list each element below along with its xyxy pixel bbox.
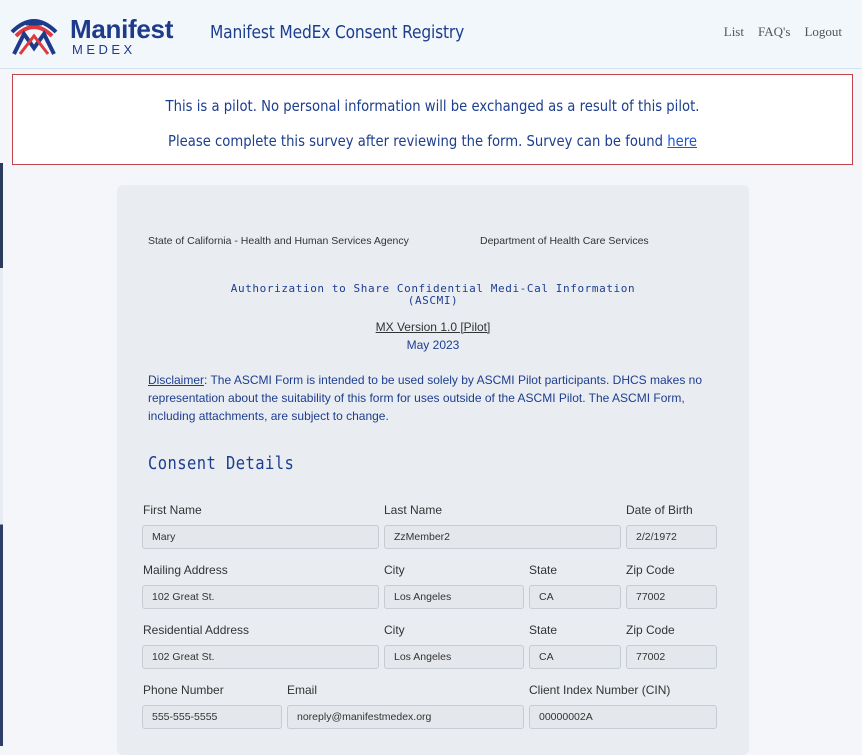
mailing-city-field[interactable]: Los Angeles bbox=[384, 585, 524, 609]
pilot-notice-line1: This is a pilot. No personal information… bbox=[165, 97, 700, 115]
dob-label: Date of Birth bbox=[626, 503, 693, 517]
cin-label: Client Index Number (CIN) bbox=[529, 683, 671, 697]
survey-link[interactable]: here bbox=[667, 132, 697, 150]
cin-field[interactable]: 00000002A bbox=[529, 705, 717, 729]
last-name-label: Last Name bbox=[384, 503, 443, 517]
mailing-address-label: Mailing Address bbox=[143, 563, 228, 577]
residential-city-field[interactable]: Los Angeles bbox=[384, 645, 524, 669]
nav-faqs-link[interactable]: FAQ's bbox=[758, 24, 790, 40]
manifest-medex-logo-icon bbox=[10, 19, 58, 55]
residential-state-label: State bbox=[529, 623, 558, 637]
disclaimer-label: Disclaimer bbox=[148, 373, 205, 387]
phone-field[interactable]: 555-555-5555 bbox=[142, 705, 282, 729]
residential-zip-label: Zip Code bbox=[626, 623, 675, 637]
residential-state-field[interactable]: CA bbox=[529, 645, 621, 669]
section-title-consent-details: Consent Details bbox=[148, 453, 295, 474]
nav-logout-link[interactable]: Logout bbox=[804, 24, 842, 40]
email-field[interactable]: noreply@manifestmedex.org bbox=[287, 705, 524, 729]
top-bar: Manifest MEDEX Manifest MedEx Consent Re… bbox=[0, 0, 862, 69]
residential-address-field[interactable]: 102 Great St. bbox=[142, 645, 379, 669]
top-nav: List FAQ's Logout bbox=[724, 24, 842, 40]
nav-list-link[interactable]: List bbox=[724, 24, 744, 40]
app-title: Manifest MedEx Consent Registry bbox=[210, 22, 465, 43]
first-name-label: First Name bbox=[143, 503, 202, 517]
last-name-field[interactable]: ZzMember2 bbox=[384, 525, 621, 549]
mailing-state-label: State bbox=[529, 563, 558, 577]
pilot-notice: This is a pilot. No personal information… bbox=[12, 74, 853, 165]
survey-text: Please complete this survey after review… bbox=[168, 132, 668, 150]
mailing-address-field[interactable]: 102 Great St. bbox=[142, 585, 379, 609]
mailing-city-label: City bbox=[384, 563, 405, 577]
residential-city-label: City bbox=[384, 623, 405, 637]
residential-address-label: Residential Address bbox=[143, 623, 250, 637]
phone-label: Phone Number bbox=[143, 683, 224, 697]
disclaimer: Disclaimer: The ASCMI Form is intended t… bbox=[148, 371, 708, 425]
email-label: Email bbox=[287, 683, 318, 697]
dob-field[interactable]: 2/2/1972 bbox=[626, 525, 717, 549]
consent-form-card: State of California - Health and Human S… bbox=[117, 185, 749, 755]
agency-left: State of California - Health and Human S… bbox=[148, 235, 409, 247]
residential-zip-field[interactable]: 77002 bbox=[626, 645, 717, 669]
form-title-line2: (ASCMI) bbox=[407, 294, 459, 307]
first-name-field[interactable]: Mary bbox=[142, 525, 379, 549]
form-version: MX Version 1.0 [Pilot] bbox=[375, 320, 491, 334]
mailing-zip-field[interactable]: 77002 bbox=[626, 585, 717, 609]
form-title: Authorization to Share Confidential Medi… bbox=[117, 283, 749, 307]
form-date: May 2023 bbox=[406, 338, 460, 352]
mailing-state-field[interactable]: CA bbox=[529, 585, 621, 609]
left-window-edge bbox=[0, 163, 3, 746]
mailing-zip-label: Zip Code bbox=[626, 563, 675, 577]
disclaimer-text: : The ASCMI Form is intended to be used … bbox=[148, 373, 703, 423]
brand-name: Manifest bbox=[70, 14, 174, 44]
pilot-notice-line2: Please complete this survey after review… bbox=[63, 132, 801, 150]
agency-right: Department of Health Care Services bbox=[480, 235, 649, 247]
brand-subtitle: MEDEX bbox=[72, 42, 136, 57]
